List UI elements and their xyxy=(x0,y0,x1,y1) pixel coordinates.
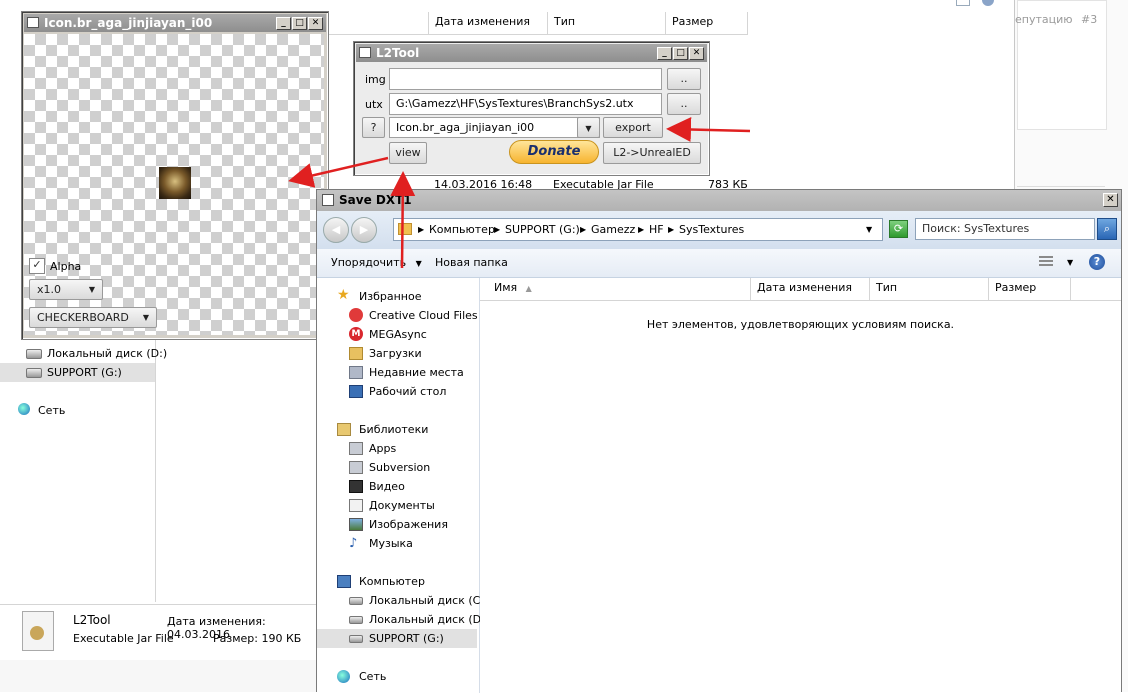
annotation-arrows xyxy=(288,117,751,269)
arrow-to-preview xyxy=(288,156,389,188)
arrow-to-view xyxy=(390,171,416,269)
arrow-to-export xyxy=(666,117,751,143)
